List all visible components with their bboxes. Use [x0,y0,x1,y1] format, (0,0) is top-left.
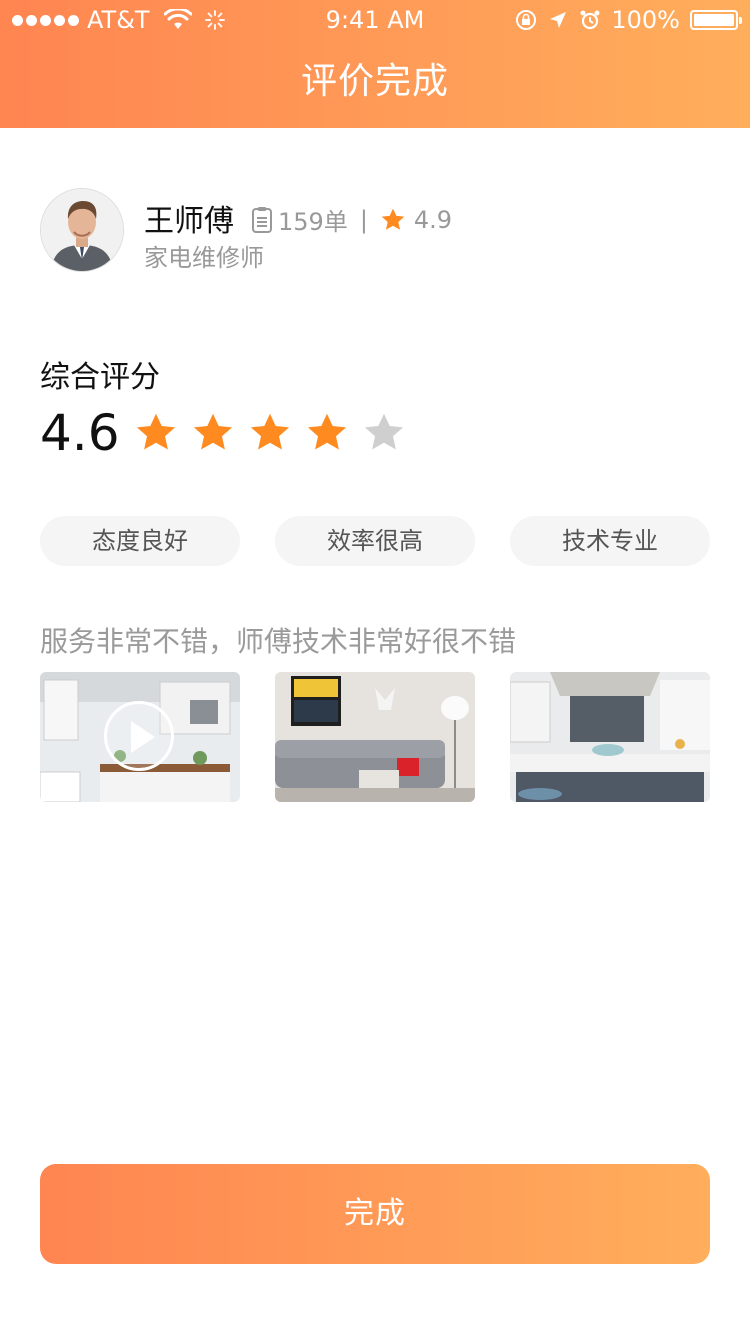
star-empty-icon[interactable] [362,411,406,455]
star-filled-icon[interactable] [134,411,178,455]
star-filled-icon[interactable] [305,411,349,455]
kitchen-video[interactable] [40,672,240,802]
rating-star-icon [381,208,405,230]
alarm-icon [580,10,600,30]
tag-attitude[interactable]: 态度良好 [40,516,240,566]
order-list-icon [252,206,272,233]
overall-score-value: 4.6 [40,404,120,462]
overall-score-row: 4.6 [40,404,406,462]
battery-percent: 100% [611,6,680,34]
kitchen-island-photo[interactable] [510,672,710,802]
tag-efficiency[interactable]: 效率很高 [275,516,475,566]
overall-score-label: 综合评分 [40,360,160,395]
status-bar-right: 100% [515,6,742,34]
star-filled-icon[interactable] [191,411,235,455]
meta-divider: | [359,205,368,234]
play-icon[interactable] [104,701,174,771]
done-button[interactable]: 完成 [40,1164,710,1264]
worker-rating: 4.9 [413,205,453,234]
battery-icon [690,10,742,30]
status-bar: AT&T 9:41 AM 100% [0,0,750,40]
review-comment: 服务非常不错，师傅技术非常好很不错 [40,625,517,658]
worker-meta: 159单 | 4.9 [250,202,452,237]
star-filled-icon[interactable] [248,411,292,455]
location-arrow-icon [550,12,567,28]
rotation-lock-icon [516,10,537,30]
header: AT&T 9:41 AM 100% 评价完成 [0,0,750,128]
review-tags: 态度良好 效率很高 技术专业 [40,516,710,566]
page-title: 评价完成 [300,61,449,102]
star-rating[interactable] [134,411,406,455]
worker-name: 王师傅 [144,204,234,239]
avatar [40,188,124,272]
worker-role: 家电维修师 [144,244,264,272]
review-photos [40,672,710,802]
tag-skill[interactable]: 技术专业 [510,516,710,566]
order-count: 159单 [278,208,348,236]
living-room-photo[interactable] [275,672,475,802]
